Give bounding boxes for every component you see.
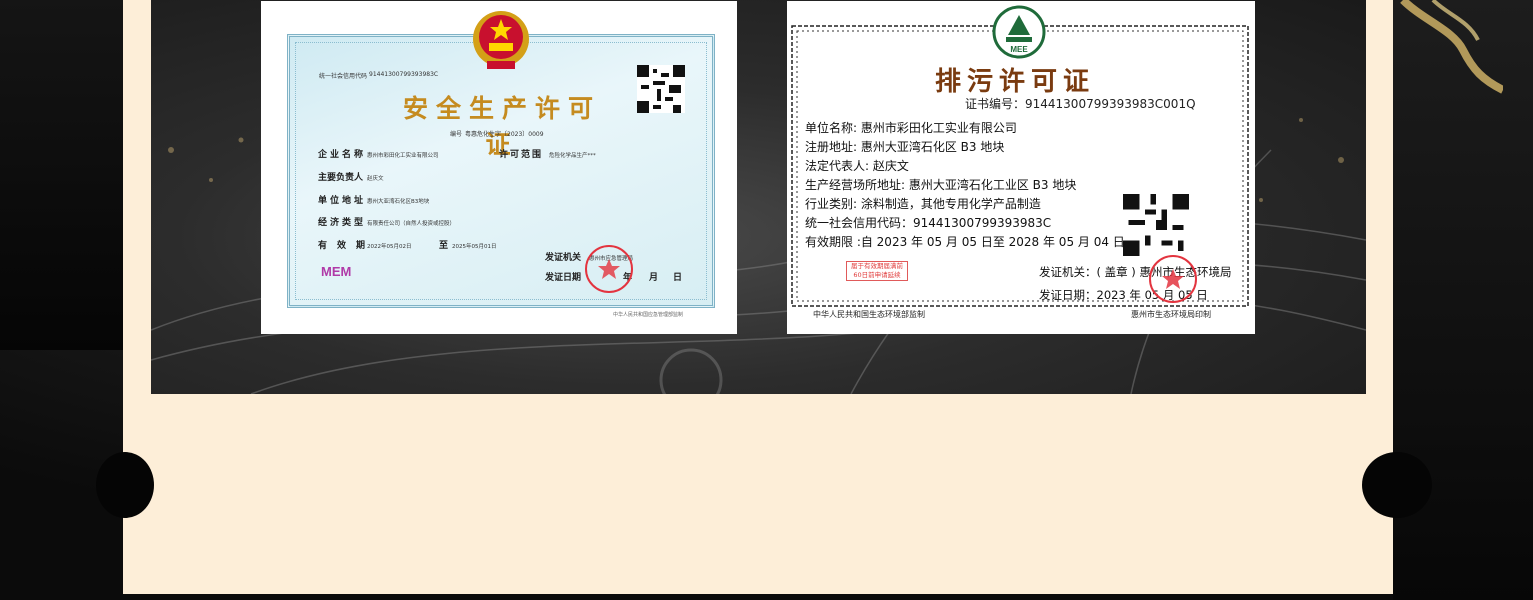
address-label: 单位地址 — [318, 196, 367, 206]
company-name-label: 企业名称 — [318, 150, 367, 160]
qr-code-icon — [637, 65, 685, 113]
permit-site-address: 生产经营场所地址: 惠州大亚湾石化工业区 B3 地块 — [805, 178, 1077, 192]
credit-code-value: 91441300799393983C — [369, 71, 439, 78]
permit-footer-left: 中华人民共和国生态环境部监制 — [813, 310, 925, 319]
valid-from: 2022年05月02日 — [367, 244, 412, 250]
permit-issuer: 发证机关：( 盖章 ) 惠州市生态环境局 — [1039, 265, 1232, 279]
safety-production-license: 统一社会信用代码 91441300799393983C 安全生产许可证 编号 粤… — [261, 1, 737, 334]
valid-to-separator: 至 — [439, 241, 449, 251]
scope-value: 危险化学品生产*** — [549, 153, 596, 159]
renewal-reminder-stamp: 届于有效期届满前 60日前申请延续 — [846, 261, 908, 281]
permit-seal-icon — [1149, 255, 1197, 303]
national-emblem-icon — [473, 11, 529, 69]
permit-registered-address: 注册地址: 惠州大亚湾石化区 B3 地块 — [805, 140, 1005, 154]
official-seal-icon — [585, 245, 633, 293]
permit-validity: 有效期限 :自 2023 年 05 月 05 日至 2028 年 05 月 04… — [805, 235, 1137, 249]
license-number-label: 编号 — [450, 131, 463, 138]
permit-legal-representative: 法定代表人: 赵庆文 — [805, 159, 909, 173]
principal-value: 赵庆文 — [367, 176, 384, 182]
issuer-label: 发证机关 — [545, 253, 582, 263]
scope-label: 许可范围 — [499, 150, 544, 160]
issue-date-day: 日 — [673, 273, 683, 283]
card-notch-right — [1362, 452, 1432, 518]
renewal-stamp-line2: 60日前申请延续 — [853, 271, 901, 279]
permit-company-name: 单位名称: 惠州市彩田化工实业有限公司 — [805, 121, 1017, 135]
valid-to: 2025年05月01日 — [452, 244, 497, 250]
address-value: 惠州大亚湾石化区B3地块 — [367, 199, 430, 205]
principal-label: 主要负责人 — [318, 173, 364, 183]
left-backdrop — [0, 0, 130, 350]
license-footer: 中华人民共和国应急管理部监制 — [613, 312, 684, 318]
mee-logo-icon: MEE — [992, 5, 1046, 59]
mee-logo-text: MEE — [1010, 45, 1028, 54]
gold-ribbon-decoration — [1400, 0, 1503, 94]
economic-type-label: 经济类型 — [318, 218, 367, 228]
permit-title: 排污许可证 — [935, 67, 1096, 97]
credit-code-label: 统一社会信用代码 — [319, 73, 368, 80]
renewal-stamp-line1: 届于有效期届满前 — [851, 262, 903, 270]
issue-date-month: 月 — [649, 273, 659, 283]
permit-industry: 行业类别: 涂料制造，其他专用化学产品制造 — [805, 197, 1041, 211]
card-notch-left — [96, 452, 154, 518]
issue-date-label: 发证日期 — [545, 273, 582, 283]
permit-footer-right: 惠州市生态环境局印制 — [1131, 310, 1211, 319]
company-name-value: 惠州市彩田化工实业有限公司 — [367, 153, 439, 159]
economic-type-value: 有限责任公司（自然人投资或控股） — [367, 221, 456, 227]
license-number: 粤惠危化生字〔2023〕0009 — [465, 131, 544, 138]
permit-cert-number: 证书编号：91441300799393983C001Q — [965, 97, 1196, 111]
mem-badge: MEM — [321, 264, 352, 279]
pollutant-discharge-permit: MEE 排污许可证 证书编号：91441300799393983C001Q 单位… — [787, 1, 1255, 334]
permit-qr-code-icon — [1123, 194, 1189, 256]
permit-credit-code: 统一社会信用代码：91441300799393983C — [805, 216, 1052, 230]
